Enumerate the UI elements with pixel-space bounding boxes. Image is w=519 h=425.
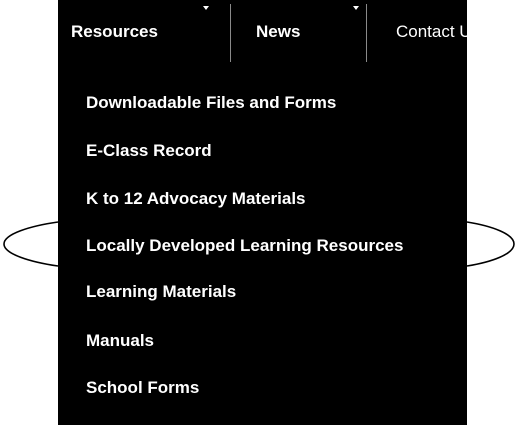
- dropdown-item-manuals[interactable]: Manuals: [86, 331, 154, 351]
- dropdown-item-locally-developed-learning-resources[interactable]: Locally Developed Learning Resources: [86, 236, 403, 256]
- dropdown-item-learning-materials[interactable]: Learning Materials: [86, 282, 236, 302]
- caret-down-icon: [203, 6, 209, 10]
- nav-divider: [366, 4, 367, 62]
- navigation-menu: Resources News Contact U Downloadable Fi…: [58, 0, 467, 425]
- dropdown-item-school-forms[interactable]: School Forms: [86, 378, 199, 398]
- caret-down-icon: [353, 6, 359, 10]
- top-navigation-bar: Resources News Contact U: [58, 0, 467, 68]
- dropdown-item-downloadable-files-and-forms[interactable]: Downloadable Files and Forms: [86, 93, 336, 113]
- dropdown-item-e-class-record[interactable]: E-Class Record: [86, 141, 212, 161]
- nav-item-contact-us[interactable]: Contact U: [396, 0, 467, 68]
- nav-item-news[interactable]: News: [256, 0, 366, 68]
- dropdown-item-k-to-12-advocacy-materials[interactable]: K to 12 Advocacy Materials: [86, 189, 306, 209]
- nav-item-news-label: News: [256, 22, 301, 41]
- nav-item-resources[interactable]: Resources: [71, 0, 231, 68]
- nav-divider: [230, 4, 231, 62]
- nav-item-resources-label: Resources: [71, 22, 158, 41]
- nav-item-contact-us-label: Contact U: [396, 22, 467, 41]
